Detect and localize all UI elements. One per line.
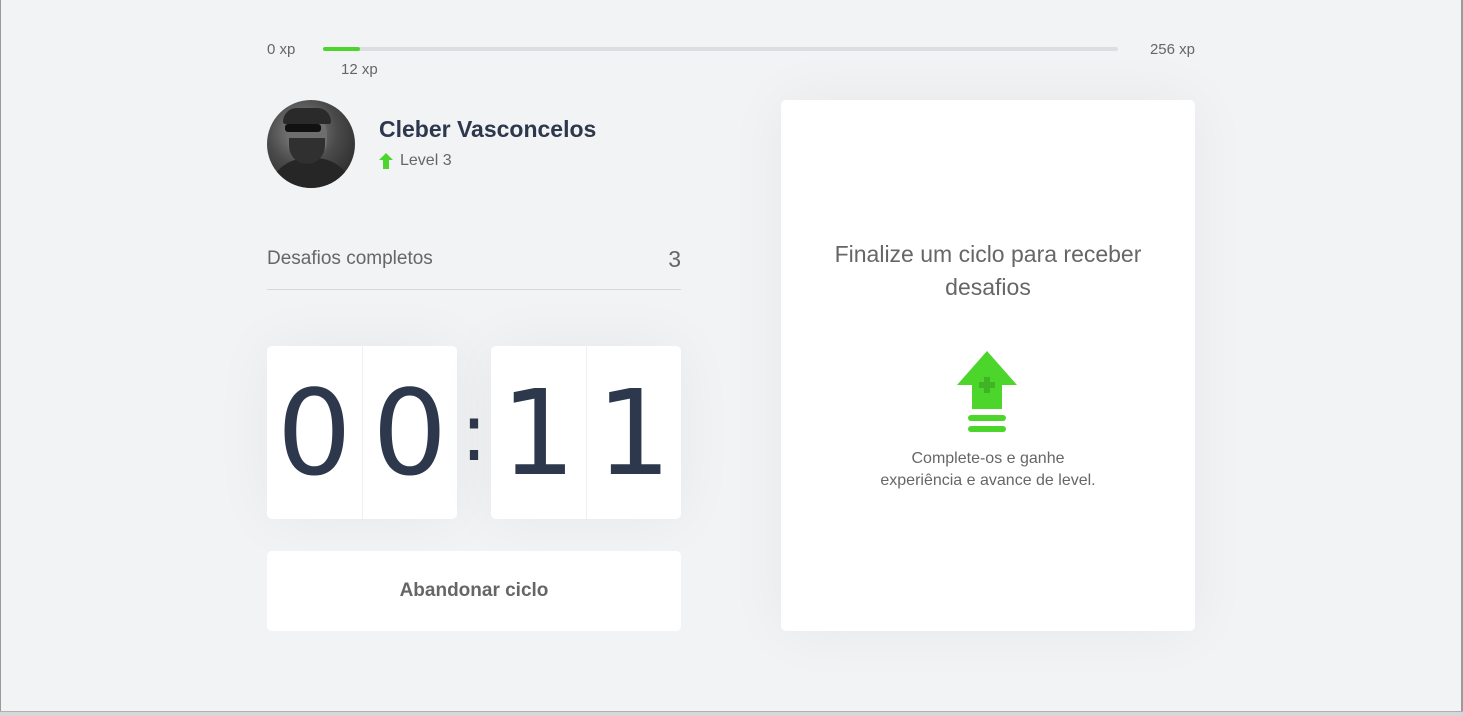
minute-digit-left: 0 bbox=[276, 363, 352, 502]
second-digit-right: 1 bbox=[585, 346, 682, 519]
xp-max-label: 256 xp bbox=[1149, 41, 1195, 58]
second-digit-left: 1 bbox=[500, 363, 576, 502]
challenge-description-line-1: Complete-os e ganhe bbox=[911, 450, 1065, 467]
challenge-description: Complete-os e ganhe experiência e avance… bbox=[821, 448, 1155, 492]
avatar bbox=[267, 100, 355, 188]
completed-challenges-count: 3 bbox=[668, 246, 681, 272]
countdown-separator: : bbox=[460, 385, 488, 479]
profile-name: Cleber Vasconcelos bbox=[379, 116, 597, 142]
completed-challenges: Desafios completos 3 bbox=[267, 243, 681, 290]
experience-bar: 0 xp 12 xp 256 xp bbox=[267, 38, 1195, 78]
xp-min-label: 0 xp bbox=[267, 41, 296, 58]
minute-digit-right: 0 bbox=[361, 346, 458, 519]
xp-progress-fill bbox=[323, 47, 361, 51]
completed-challenges-label: Desafios completos bbox=[267, 248, 433, 269]
profile-level: Level 3 bbox=[379, 152, 452, 170]
countdown-seconds: 1 1 bbox=[491, 346, 681, 519]
level-arrow-icon bbox=[379, 153, 393, 169]
xp-current-label: 12 xp bbox=[341, 61, 378, 78]
window-border-left bbox=[0, 0, 1, 716]
level-label: Level 3 bbox=[400, 152, 452, 169]
xp-progress-track bbox=[323, 47, 1118, 51]
challenge-box: Finalize um ciclo para receber desafios … bbox=[781, 100, 1195, 631]
countdown-timer: 0 0 : 1 1 bbox=[267, 346, 681, 519]
abandon-cycle-button[interactable]: Abandonar ciclo bbox=[267, 551, 681, 631]
countdown-minutes: 0 0 bbox=[267, 346, 457, 519]
window-border-bottom bbox=[0, 711, 1463, 716]
challenge-title: Finalize um ciclo para receber desafios bbox=[834, 241, 1142, 300]
level-up-icon bbox=[957, 351, 1017, 438]
challenge-description-line-2: experiência e avance de level. bbox=[880, 472, 1096, 489]
